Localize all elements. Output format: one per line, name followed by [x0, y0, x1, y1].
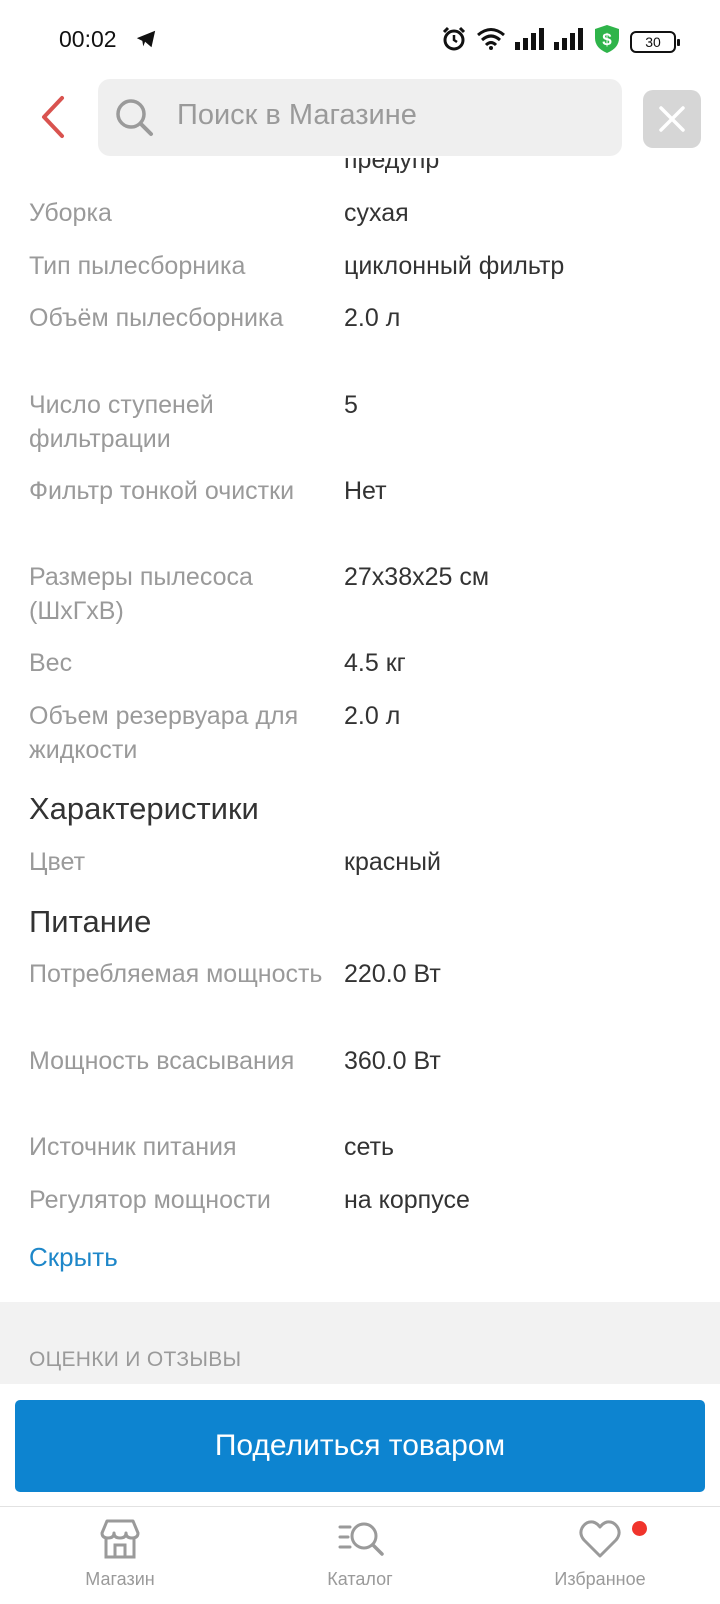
- nav-item-catalog[interactable]: Каталог: [270, 1507, 450, 1604]
- chevron-left-icon: [42, 96, 64, 138]
- store-icon: [98, 1517, 142, 1561]
- search-placeholder: Поиск в Магазине: [177, 99, 417, 131]
- spec-row: Размеры пылесоса (ШхГхВ) 27х38х25 см: [29, 560, 709, 628]
- signal-icon: [554, 28, 584, 55]
- spec-value: 360.0 Вт: [344, 1047, 441, 1075]
- spec-row: Цвет красный: [29, 845, 709, 879]
- spec-value: красный: [344, 848, 441, 876]
- spec-value: 4.5 кг: [344, 649, 406, 677]
- spec-value: 220.0 Вт: [344, 960, 441, 988]
- spec-row: Потребляемая мощность 220.0 Вт: [29, 957, 709, 991]
- spec-value: 2.0 л: [344, 304, 401, 332]
- nav-label: Каталог: [327, 1569, 393, 1589]
- spec-row: Объем резервуара для жидкости 2.0 л: [29, 699, 709, 767]
- spec-value: сеть: [344, 1133, 395, 1161]
- heart-icon: [578, 1517, 622, 1561]
- spec-value: Нет: [344, 477, 387, 505]
- close-icon: [659, 106, 685, 132]
- svg-text:$: $: [602, 30, 612, 49]
- spec-value: 2.0 л: [344, 702, 401, 730]
- wifi-icon: [476, 27, 506, 56]
- spec-row: Источник питания сеть: [29, 1130, 709, 1164]
- nav-item-favorites[interactable]: Избранное: [510, 1507, 690, 1604]
- battery-icon: 30: [630, 30, 680, 53]
- spec-label: Цвет: [29, 848, 86, 876]
- spec-label: Уборка: [29, 199, 112, 227]
- spec-value: циклонный фильтр: [344, 252, 565, 280]
- spec-value: на корпусе: [344, 1186, 470, 1214]
- share-product-button[interactable]: Поделиться товаром: [15, 1400, 705, 1492]
- spec-label: Тип пылесборника: [29, 252, 246, 280]
- spec-label: Число ступеней фильтрации: [29, 391, 214, 453]
- search-input[interactable]: Поиск в Магазине: [98, 79, 622, 156]
- search-icon: [114, 97, 154, 142]
- nav-label: Избранное: [554, 1569, 646, 1589]
- spec-value: 5: [344, 391, 358, 419]
- signal-icon: [515, 28, 545, 55]
- spec-value: 27х38х25 см: [344, 563, 490, 591]
- spec-row: Уборка сухая: [29, 196, 709, 230]
- spec-value: сухая: [344, 199, 409, 227]
- bottom-nav: Магазин Каталог Избранное: [0, 1506, 720, 1604]
- back-button[interactable]: [32, 92, 72, 142]
- section-title-characteristics: Характеристики: [29, 791, 259, 826]
- spec-label: Фильтр тонкой очистки: [29, 477, 295, 505]
- spec-label: Мощность всасывания: [29, 1047, 295, 1075]
- spec-label: Объем резервуара для жидкости: [29, 702, 299, 764]
- spec-row: Число ступеней фильтрации 5: [29, 388, 709, 456]
- nav-item-store[interactable]: Магазин: [30, 1507, 210, 1604]
- spec-row: Тип пылесборника циклонный фильтр: [29, 249, 709, 283]
- reviews-heading: ОЦЕНКИ И ОТЗЫВЫ: [29, 1348, 242, 1371]
- spec-label: Вес: [29, 649, 73, 677]
- clipped-value: предупр: [344, 158, 440, 174]
- spec-label: Потребляемая мощность: [29, 960, 323, 988]
- spec-row: Фильтр тонкой очистки Нет: [29, 474, 709, 508]
- spec-label: Регулятор мощности: [29, 1186, 271, 1214]
- spec-label: Источник питания: [29, 1133, 237, 1161]
- close-search-button[interactable]: [643, 90, 701, 148]
- spec-row: Объём пылесборника 2.0 л: [29, 301, 709, 335]
- spec-row: Вес 4.5 кг: [29, 646, 709, 680]
- shield-dollar-icon: $: [593, 24, 621, 59]
- status-bar: 00:02 $ 30: [0, 0, 720, 80]
- section-title-power: Питание: [29, 904, 152, 939]
- spec-label: Объём пылесборника: [29, 304, 284, 332]
- telegram-icon: [135, 28, 157, 55]
- share-bar: Поделиться товаром: [0, 1384, 720, 1506]
- favorites-badge: [632, 1521, 647, 1536]
- status-time: 00:02: [59, 26, 117, 52]
- status-icons: $ 30: [441, 24, 680, 59]
- spec-row: Регулятор мощности на корпусе: [29, 1183, 709, 1217]
- alarm-icon: [441, 26, 467, 57]
- reviews-section: ОЦЕНКИ И ОТЗЫВЫ: [0, 1302, 720, 1384]
- spec-label: Размеры пылесоса (ШхГхВ): [29, 563, 253, 625]
- top-bar: Поиск в Магазине: [0, 78, 720, 158]
- hide-specs-link[interactable]: Скрыть: [29, 1242, 118, 1273]
- nav-label: Магазин: [85, 1569, 155, 1589]
- spec-row: Мощность всасывания 360.0 Вт: [29, 1044, 709, 1078]
- catalog-search-icon: [338, 1517, 384, 1561]
